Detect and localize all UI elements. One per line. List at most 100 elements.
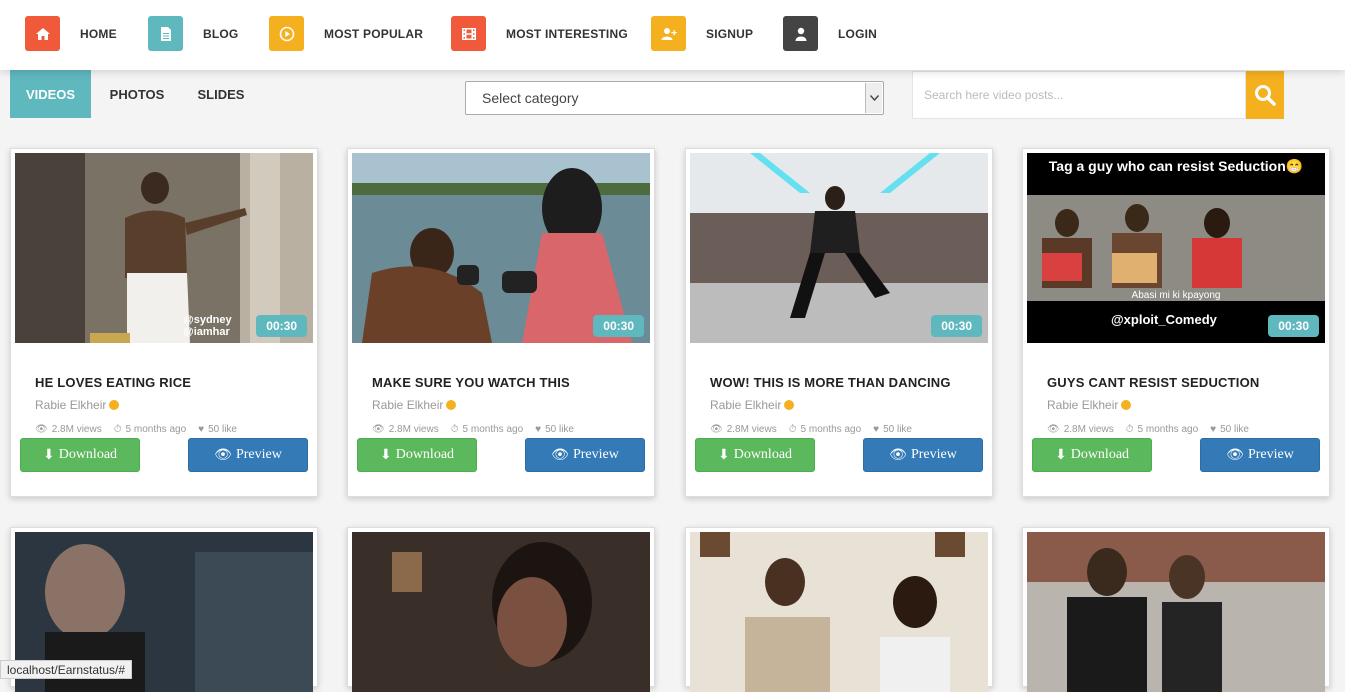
author[interactable]: Rabie Elkheir: [372, 398, 457, 412]
download-label: Download: [1070, 447, 1130, 462]
nav-home-label: HOME: [80, 26, 117, 41]
author[interactable]: Rabie Elkheir: [710, 398, 795, 412]
user-plus-icon: [651, 16, 686, 51]
video-title[interactable]: WOW! THIS IS MORE THAN DANCING: [710, 375, 951, 390]
nav-most-popular[interactable]: MOST POPULAR: [269, 16, 423, 51]
time-stat: ⏱ 5 months ago: [1126, 424, 1198, 435]
video-title[interactable]: MAKE SURE YOU WATCH THIS: [372, 375, 570, 390]
views-count: 2.8M views: [1063, 424, 1114, 435]
time-stat: ⏱ 5 months ago: [114, 424, 186, 435]
time-ago: 5 months ago: [125, 424, 187, 435]
duration-badge: 00:30: [256, 315, 307, 337]
views-count: 2.8M views: [51, 424, 102, 435]
verified-icon: [784, 400, 795, 410]
video-thumbnail[interactable]: [690, 532, 988, 692]
views-stat: 👁 2.8M views: [35, 424, 102, 435]
eye-icon: 👁: [551, 447, 569, 463]
video-stats: 👁 2.8M views ⏱ 5 months ago ♥ 50 like: [372, 424, 574, 435]
author-name: Rabie Elkheir: [372, 398, 444, 412]
user-icon: [783, 16, 818, 51]
clock-icon: ⏱: [113, 424, 122, 435]
likes-count: 50 like: [883, 424, 912, 435]
time-stat: ⏱ 5 months ago: [789, 424, 861, 435]
time-ago: 5 months ago: [1137, 424, 1199, 435]
video-thumbnail[interactable]: Tag a guy who can resist Seduction😁 Abas…: [1027, 153, 1325, 343]
heart-icon: ♥: [1210, 424, 1217, 435]
eye-icon: 👁: [1226, 447, 1244, 463]
preview-button[interactable]: 👁 Preview: [525, 438, 645, 472]
video-card: @sydney @iamhar 00:30 HE LOVES EATING RI…: [10, 148, 318, 497]
document-icon: [148, 16, 183, 51]
video-thumbnail[interactable]: 00:30: [352, 153, 650, 343]
thumbnail-caption: @sydney @iamhar: [183, 314, 232, 338]
search-input[interactable]: Search here video posts...: [912, 71, 1246, 119]
category-select-value: Select category: [482, 90, 579, 106]
clock-icon: ⏱: [1125, 424, 1134, 435]
search-button[interactable]: [1246, 71, 1284, 119]
likes-count: 50 like: [208, 424, 237, 435]
likes-count: 50 like: [1220, 424, 1249, 435]
nav-signup[interactable]: SIGNUP: [651, 16, 753, 51]
eye-icon: 👁: [35, 424, 48, 435]
likes-stat: ♥ 50 like: [535, 424, 574, 435]
eye-icon: 👁: [1047, 424, 1060, 435]
nav-signup-label: SIGNUP: [706, 26, 754, 41]
video-card: [1022, 527, 1330, 692]
tab-videos[interactable]: VIDEOS: [10, 70, 91, 118]
nav-blog[interactable]: BLOG: [148, 16, 238, 51]
category-select[interactable]: Select category: [465, 81, 884, 115]
video-card: [347, 527, 655, 692]
preview-button[interactable]: 👁 Preview: [863, 438, 983, 472]
eye-icon: 👁: [372, 424, 385, 435]
views-count: 2.8M views: [388, 424, 439, 435]
download-button[interactable]: ⬇ Download: [20, 438, 140, 472]
thumbnail-caption-bottom: @xploit_Comedy: [1111, 312, 1217, 327]
preview-button[interactable]: 👁 Preview: [1200, 438, 1320, 472]
preview-label: Preview: [572, 447, 619, 462]
eye-icon: 👁: [889, 447, 907, 463]
views-stat: 👁 2.8M views: [1047, 424, 1114, 435]
author[interactable]: Rabie Elkheir: [1047, 398, 1132, 412]
play-circle-icon: [269, 16, 304, 51]
eye-icon: 👁: [710, 424, 723, 435]
film-icon: [451, 16, 486, 51]
download-button[interactable]: ⬇ Download: [695, 438, 815, 472]
content-toolbar: VIDEOS PHOTOS SLIDES Select category Sea…: [0, 70, 1345, 120]
thumbnail-caption-mid: Abasi mi ki kpayong: [1131, 290, 1221, 301]
video-card: Tag a guy who can resist Seduction😁 Abas…: [1022, 148, 1330, 497]
likes-stat: ♥ 50 like: [198, 424, 237, 435]
nav-login[interactable]: LOGIN: [783, 16, 877, 51]
heart-icon: ♥: [535, 424, 542, 435]
views-stat: 👁 2.8M views: [710, 424, 777, 435]
heart-icon: ♥: [873, 424, 880, 435]
video-title[interactable]: GUYS CANT RESIST SEDUCTION: [1047, 375, 1260, 390]
likes-stat: ♥ 50 like: [873, 424, 912, 435]
nav-most-interesting-label: MOST INTERESTING: [506, 26, 628, 41]
home-icon: [25, 16, 60, 51]
preview-label: Preview: [1247, 447, 1294, 462]
video-thumbnail[interactable]: [352, 532, 650, 692]
video-title[interactable]: HE LOVES EATING RICE: [35, 375, 191, 390]
tab-slides[interactable]: SLIDES: [185, 70, 257, 118]
author-name: Rabie Elkheir: [710, 398, 782, 412]
clock-icon: ⏱: [788, 424, 797, 435]
nav-home[interactable]: HOME: [25, 16, 117, 51]
nav-blog-label: BLOG: [203, 26, 239, 41]
preview-label: Preview: [910, 447, 957, 462]
download-button[interactable]: ⬇ Download: [357, 438, 477, 472]
download-label: Download: [58, 447, 118, 462]
preview-button[interactable]: 👁 Preview: [188, 438, 308, 472]
search-icon: [1255, 85, 1276, 106]
video-thumbnail[interactable]: 00:30: [690, 153, 988, 343]
author[interactable]: Rabie Elkheir: [35, 398, 120, 412]
nav-most-interesting[interactable]: MOST INTERESTING: [451, 16, 628, 51]
nav-most-popular-label: MOST POPULAR: [324, 26, 424, 41]
tab-photos[interactable]: PHOTOS: [97, 70, 177, 118]
video-thumbnail[interactable]: [1027, 532, 1325, 692]
heart-icon: ♥: [198, 424, 205, 435]
video-thumbnail[interactable]: @sydney @iamhar 00:30: [15, 153, 313, 343]
verified-icon: [446, 400, 457, 410]
download-label: Download: [395, 447, 455, 462]
likes-count: 50 like: [545, 424, 574, 435]
download-button[interactable]: ⬇ Download: [1032, 438, 1152, 472]
